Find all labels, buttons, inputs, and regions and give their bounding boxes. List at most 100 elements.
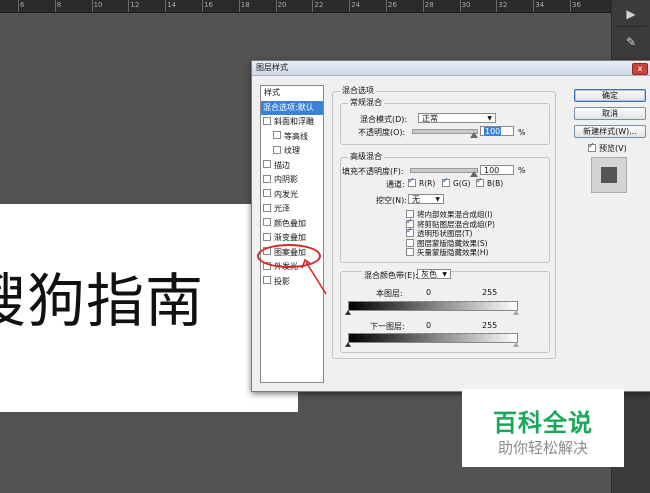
dialog-title: 图层样式 [256,63,288,72]
under-layer-max: 255 [482,321,498,330]
style-checkbox[interactable] [263,232,271,241]
advanced-option-checkbox-4[interactable]: 矢量蒙版隐藏效果(H) [406,247,489,258]
style-item-8[interactable]: 颜色叠加 [261,217,323,232]
style-item-4[interactable]: 描边 [261,159,323,174]
fill-opacity-percent: % [518,166,526,175]
ruler-number: 32 [498,1,508,9]
style-list: 样式 混合选项:默认 斜面和浮雕 等高线 纹理 描边 内阴影 内发光 光泽 颜色叠加 渐变叠加 图案… [260,85,324,383]
style-checkbox[interactable] [263,189,271,197]
under-layer-white-handle[interactable] [513,342,519,347]
ruler-number: 6 [20,1,25,9]
chevron-down-icon: ▼ [487,115,492,122]
style-item-label: 内发光 [274,189,298,199]
general-blend-title: 常规混合 [348,97,384,108]
style-item-7[interactable]: 光泽 [261,202,323,217]
style-item-label: 投影 [274,276,290,286]
style-item-label: 渐变叠加 [274,233,306,242]
brush-tool-icon[interactable]: ✎ [618,30,644,54]
blend-if-select[interactable]: 灰色 ▼ [417,269,451,279]
this-layer-black-handle[interactable] [345,310,351,315]
style-item-1[interactable]: 斜面和浮雕 [261,115,323,130]
this-layer-label: 本图层: [376,289,403,298]
ruler-number: 22 [314,1,324,9]
under-layer-gradient[interactable] [348,333,518,343]
blend-mode-label: 混合模式(D): [360,115,408,124]
opacity-input[interactable]: 100 [480,126,514,136]
style-item-2[interactable]: 等高线 [261,130,323,145]
style-item-6[interactable]: 内发光 [261,188,323,203]
ruler-number: 34 [535,1,545,9]
this-layer-white-handle[interactable] [513,310,519,315]
blend-mode-value: 正常 [422,114,438,123]
dialog-titlebar[interactable]: 图层样式 [252,61,650,76]
blend-options-title: 混合选项 [340,85,376,96]
style-preview-swatch [591,157,627,193]
watermark-title: 百科全说 [493,409,593,437]
ruler-number: 16 [204,1,213,9]
style-checkbox[interactable] [263,276,271,284]
style-item-3[interactable]: 纹理 [261,144,323,159]
ok-button[interactable]: 确定 [574,89,646,102]
cancel-button[interactable]: 取消 [574,107,646,120]
under-layer-label: 下一图层: [370,322,405,331]
ruler-number: 28 [424,1,434,9]
style-item-5[interactable]: 内阴影 [261,173,323,188]
opacity-slider[interactable] [412,129,478,138]
this-layer-gradient[interactable] [348,301,518,311]
chevron-down-icon: ▼ [435,196,440,203]
advanced-blend-title: 高级混合 [348,151,384,162]
channels-label: 通道: [386,180,405,189]
ruler-number: 14 [167,1,177,9]
fill-opacity-slider[interactable] [410,168,478,177]
style-checkbox[interactable] [273,145,281,154]
opacity-label: 不透明度(O): [358,128,406,137]
play-icon[interactable]: ▶ [618,2,644,26]
advanced-option-label: 矢量蒙版隐藏效果(H) [417,248,489,257]
fill-opacity-label: 填充不透明度(F): [342,167,404,176]
ruler-number: 26 [388,1,397,9]
knockout-value: 无 [412,195,420,204]
style-item-label: 光泽 [274,204,290,213]
style-item-label: 颜色叠加 [274,218,306,228]
knockout-label: 挖空(N): [376,196,407,205]
this-layer-max: 255 [482,288,498,297]
ruler-number: 10 [93,1,103,9]
style-item-label: 内阴影 [274,175,298,184]
preview-checkbox[interactable]: 预览(V) [588,141,627,154]
watermark: 百科全说 助你轻松解决 [462,389,624,467]
style-item-label: 描边 [274,160,290,170]
blend-if-value: 灰色 [421,270,437,279]
style-checkbox[interactable] [263,160,271,168]
under-layer-black-handle[interactable] [345,342,351,347]
style-item-label: 斜面和浮雕 [274,117,314,126]
ruler-number: 12 [130,1,140,9]
channel-g-label: G(G) [453,179,471,188]
opacity-percent: % [518,128,526,137]
style-checkbox[interactable] [263,203,271,212]
ruler-number: 36 [572,1,581,9]
close-button[interactable]: x [632,63,648,75]
blend-if-label: 混合颜色带(E): [362,270,420,281]
channel-b-checkbox[interactable]: B(B) [476,176,504,188]
style-checkbox[interactable] [273,131,281,139]
ruler-number: 8 [56,1,62,9]
knockout-select[interactable]: 无 ▼ [408,194,444,204]
blend-mode-select[interactable]: 正常 ▼ [418,113,496,123]
ruler-number: 24 [351,1,361,9]
channel-b-label: B(B) [487,179,504,188]
style-checkbox[interactable] [263,116,271,125]
channel-g-checkbox[interactable]: G(G) [442,176,471,188]
ruler-number: 18 [240,1,250,9]
channel-r-checkbox[interactable]: R(R) [408,176,435,188]
style-list-header[interactable]: 样式 [261,86,323,101]
opacity-slider-knob[interactable] [470,132,478,138]
fill-opacity-input[interactable]: 100 [480,165,514,175]
ruler-number: 30 [461,1,471,9]
style-checkbox[interactable] [263,218,271,226]
watermark-subtitle: 助你轻松解决 [497,439,588,457]
style-checkbox[interactable] [263,174,271,183]
style-item-0[interactable]: 混合选项:默认 [261,100,323,115]
chevron-down-icon: ▼ [442,271,447,278]
opacity-value: 100 [484,127,502,136]
new-style-button[interactable]: 新建样式(W)... [574,125,646,138]
